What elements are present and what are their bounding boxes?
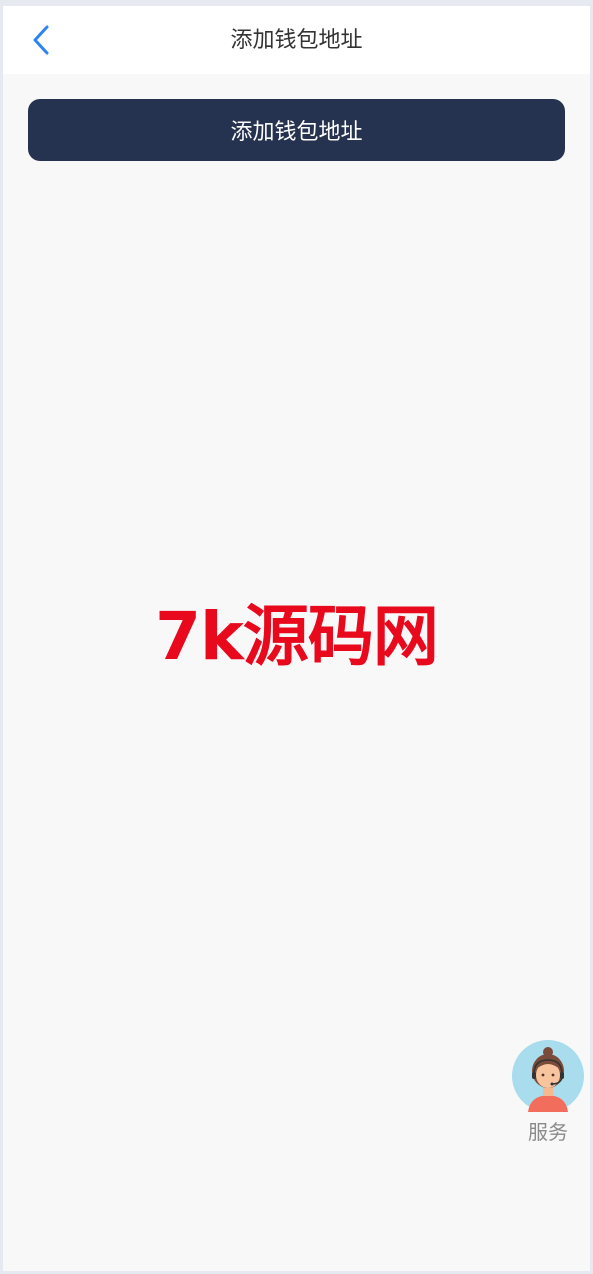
app-frame: 添加钱包地址 添加钱包地址 7k源码网 服务 — [3, 6, 590, 1271]
chevron-left-icon — [33, 25, 49, 55]
top-nav-bar: 添加钱包地址 — [3, 6, 590, 74]
customer-service-button[interactable]: 服务 — [512, 1040, 584, 1145]
add-wallet-address-label: 添加钱包地址 — [230, 120, 363, 145]
watermark-logo: 7k源码网 — [155, 598, 439, 675]
back-button[interactable] — [21, 20, 61, 60]
customer-service-label: 服务 — [528, 1120, 568, 1144]
page-title: 添加钱包地址 — [230, 28, 363, 53]
customer-service-avatar-icon — [512, 1040, 584, 1112]
add-wallet-address-button[interactable]: 添加钱包地址 — [28, 99, 565, 161]
